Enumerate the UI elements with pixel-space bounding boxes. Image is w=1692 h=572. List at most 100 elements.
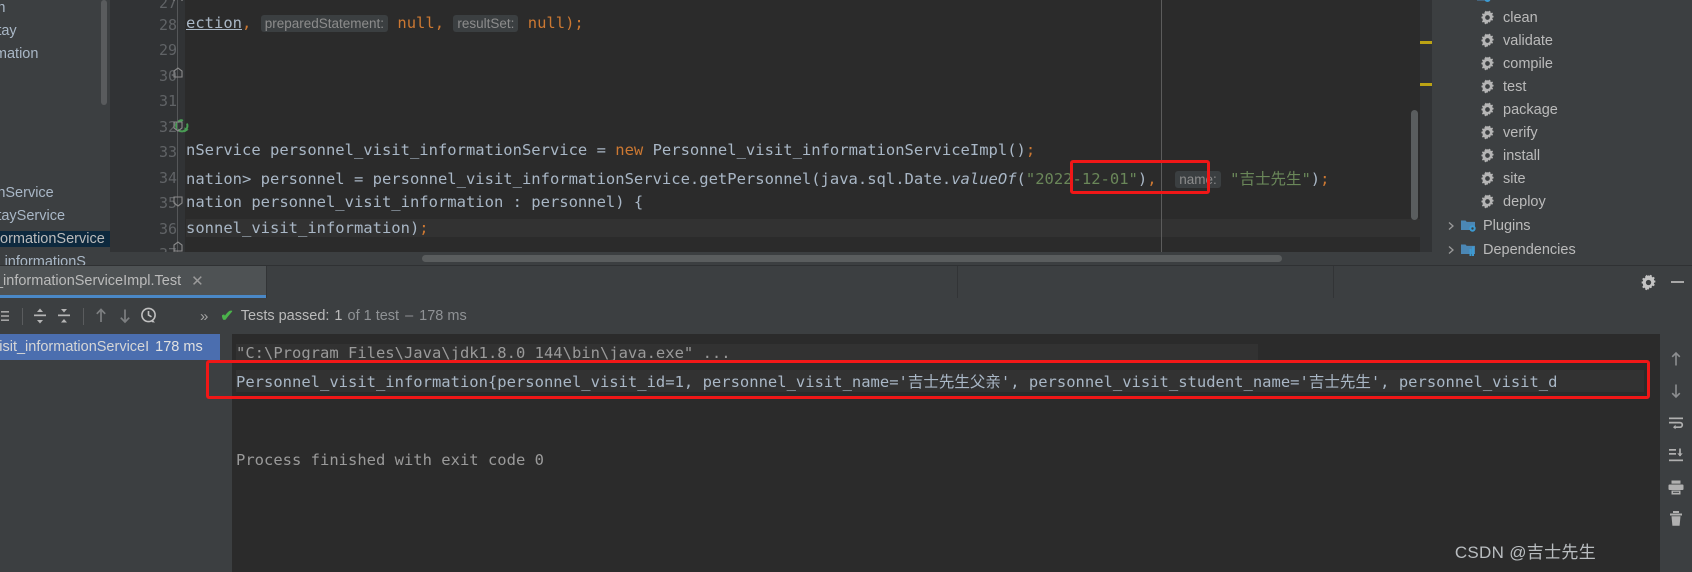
expand-all-icon[interactable] [29,306,51,326]
project-tree-item[interactable]: _stayService [0,208,65,224]
tests-status-bar: » ✔ Tests passed: 1 of 1 test – 178 ms [200,298,467,334]
maven-goal-deploy[interactable]: deploy [1432,190,1546,213]
test-tree-node-selected[interactable]: visit_informationServiceI 178 ms [0,334,220,360]
token-l35: nation personnel_visit_information : per… [186,193,644,211]
collapse-all-icon[interactable] [0,306,14,326]
gear-icon [1480,102,1495,117]
chevron-right-icon[interactable] [1444,245,1458,255]
fold-marker-collapse[interactable] [172,66,184,78]
console-line-output: Personnel_visit_information{personnel_vi… [236,370,1644,392]
tests-separator: – [405,308,414,324]
project-tree-item[interactable]: tionService [0,185,54,201]
test-node-label: visit_informationServiceI [0,339,150,355]
toolbar-separator [83,307,84,325]
project-tree-item[interactable]: _stay [0,23,17,39]
collapse-selection-icon[interactable] [53,306,75,326]
tab-test-run[interactable]: visit_informationServiceImpl.Test ✕ [0,266,266,298]
maven-node-plugins[interactable]: Plugins [1432,214,1531,237]
gear-icon [1480,56,1495,71]
token-l33-b: Personnel_visit_informationServiceImpl() [643,141,1026,159]
token-comma: , [242,14,252,32]
console-gutter [220,334,232,572]
fold-marker-top[interactable] [172,0,184,3]
code-folding-column[interactable] [170,0,186,265]
code-text-area[interactable]: ection, preparedStatement: null, resultS… [186,0,1432,265]
maven-goal-verify[interactable]: verify [1432,121,1538,144]
maven-goal-site[interactable]: site [1432,167,1526,190]
code-line-36[interactable]: sonnel_visit_information); [186,219,1432,237]
gear-icon [1480,125,1495,140]
maven-goal-install[interactable]: install [1432,144,1540,167]
close-icon[interactable]: ✕ [191,272,204,290]
project-tree-panel[interactable]: tion _stay ormation tionService _staySer… [0,0,110,290]
test-results-tree[interactable]: visit_informationServiceI 178 ms [0,334,220,572]
token-ection: ection [186,14,242,32]
token-l34-comma: , [1147,170,1157,188]
minimize-icon[interactable] [1671,281,1684,283]
token-null-2: null [527,14,566,32]
maven-goal-compile[interactable]: compile [1432,52,1553,75]
prev-failed-test-icon[interactable] [90,306,112,326]
project-tree-scrollbar[interactable] [101,0,107,105]
scroll-to-end-icon[interactable] [1665,442,1687,468]
maven-goal-label: install [1503,147,1541,164]
maven-goal-validate[interactable]: validate [1432,29,1553,52]
token-null-1: null [397,14,435,32]
code-editor[interactable]: 27 28 29 30 31 32 33 34 35 36 37 [110,0,1432,265]
tests-duration: 178 ms [419,308,467,324]
maven-tool-window[interactable]: clean validate compile test package veri [1432,0,1692,265]
maven-goal-package[interactable]: package [1432,98,1558,121]
overflow-chevrons-icon[interactable]: » [200,308,208,325]
token-close-paren: ); [565,14,584,32]
token-new-keyword: new [615,141,644,159]
project-tree-item[interactable]: ormation [0,46,38,62]
code-line-35[interactable]: nation personnel_visit_information : per… [186,193,643,211]
trash-icon[interactable] [1665,506,1687,532]
test-history-icon[interactable] [138,306,160,326]
lifecycle-folder-icon [1476,0,1491,3]
arrow-up-icon[interactable] [1665,346,1687,372]
gear-icon [1480,148,1495,163]
editor-marker-bar[interactable] [1420,0,1432,265]
right-margin-guide [1161,0,1162,265]
maven-goal-label: verify [1503,124,1538,141]
toolbar-separator [22,307,23,325]
warning-marker[interactable] [1420,83,1432,86]
param-hint-name: name: [1175,171,1221,188]
project-tree-item[interactable]: tion [0,0,5,16]
warning-marker[interactable] [1420,41,1432,44]
token-name-literal: "吉士先生" [1230,170,1311,188]
project-tree-item-selected[interactable]: ormationService [0,231,110,247]
arrow-down-icon[interactable] [1665,378,1687,404]
maven-goal-label: compile [1503,55,1553,72]
folder-plugins-icon [1460,218,1476,233]
fold-marker-expand-2[interactable] [172,194,184,207]
gear-icon[interactable] [1640,274,1657,291]
next-failed-test-icon[interactable] [114,306,136,326]
tabstrip-divider [1333,266,1334,298]
code-line-28[interactable]: ection, preparedStatement: null, resultS… [186,14,584,32]
token-comma-2: , [434,14,445,32]
editor-horizontal-scrollbar[interactable] [422,255,1282,262]
code-line-34[interactable]: nation> personnel = personnel_visit_info… [186,167,1329,189]
run-toolbar[interactable] [0,298,220,334]
console-side-toolbar[interactable] [1660,334,1692,572]
editor-vertical-scrollbar[interactable] [1411,110,1418,220]
soft-wrap-icon[interactable] [1665,410,1687,436]
token-l34-semi: ; [1320,170,1330,188]
code-line-33[interactable]: nService personnel_visit_informationServ… [186,141,1035,159]
fold-marker-collapse-2[interactable] [172,240,184,252]
maven-goal-label: validate [1503,32,1553,49]
maven-goal-clean[interactable]: clean [1432,6,1538,29]
console-output[interactable]: "C:\Program Files\Java\jdk1.8.0_144\bin\… [220,334,1660,572]
ide-window: tion _stay ormation tionService _staySer… [0,0,1692,572]
tests-total-label: of 1 test [347,308,400,324]
editor-hscroll-track[interactable] [110,252,1432,265]
token-l33-semi: ; [1025,141,1036,159]
maven-goal-label: deploy [1503,193,1546,210]
print-icon[interactable] [1665,474,1687,500]
maven-goal-test[interactable]: test [1432,75,1526,98]
maven-node-dependencies[interactable]: Dependencies [1432,238,1576,261]
fold-marker-expand[interactable] [172,119,184,132]
chevron-right-icon[interactable] [1444,221,1458,231]
